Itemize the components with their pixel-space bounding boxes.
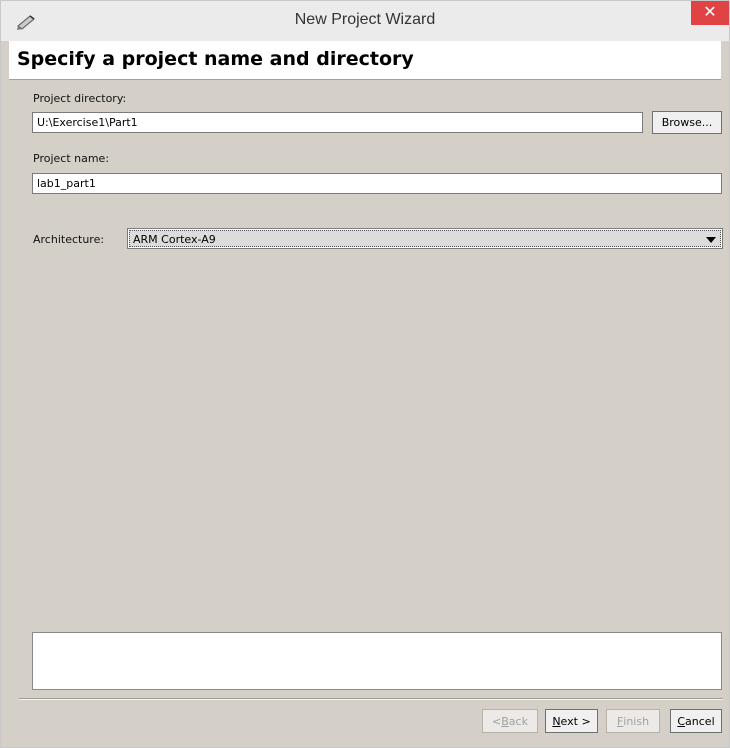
back-label-rest: ack xyxy=(508,714,528,728)
wizard-page-header: Specify a project name and directory xyxy=(9,41,721,80)
back-prefix: < xyxy=(492,714,502,728)
architecture-selected-value: ARM Cortex-A9 xyxy=(133,233,216,246)
back-mnemonic: B xyxy=(501,714,509,728)
architecture-select[interactable]: ARM Cortex-A9 xyxy=(127,228,723,249)
new-project-wizard-window: New Project Wizard ✕ Specify a project n… xyxy=(0,0,730,748)
project-directory-field[interactable] xyxy=(32,112,643,133)
project-name-label: Project name: xyxy=(33,152,110,165)
chevron-down-icon[interactable] xyxy=(706,237,716,243)
title-bar[interactable]: New Project Wizard ✕ xyxy=(1,1,729,41)
next-mnemonic: N xyxy=(552,714,561,728)
cancel-label-rest: ancel xyxy=(685,714,715,728)
next-label-rest: ext > xyxy=(560,714,591,728)
finish-label-rest: inish xyxy=(623,714,650,728)
next-button[interactable]: Next > xyxy=(545,709,598,733)
project-name-field[interactable] xyxy=(32,173,722,194)
browse-button[interactable]: Browse... xyxy=(652,111,722,134)
project-directory-label: Project directory: xyxy=(33,92,127,105)
finish-button[interactable]: Finish xyxy=(606,709,660,733)
cancel-button[interactable]: Cancel xyxy=(670,709,722,733)
architecture-select-focus: ARM Cortex-A9 xyxy=(129,230,721,247)
message-area xyxy=(32,632,722,690)
page-title: Specify a project name and directory xyxy=(17,48,414,70)
window-title: New Project Wizard xyxy=(294,11,436,28)
close-icon: ✕ xyxy=(703,4,717,21)
back-button[interactable]: < Back xyxy=(482,709,538,733)
cancel-mnemonic: C xyxy=(677,714,686,728)
architecture-label: Architecture: xyxy=(33,233,105,246)
footer-divider xyxy=(19,698,723,700)
close-button[interactable]: ✕ xyxy=(691,1,729,25)
